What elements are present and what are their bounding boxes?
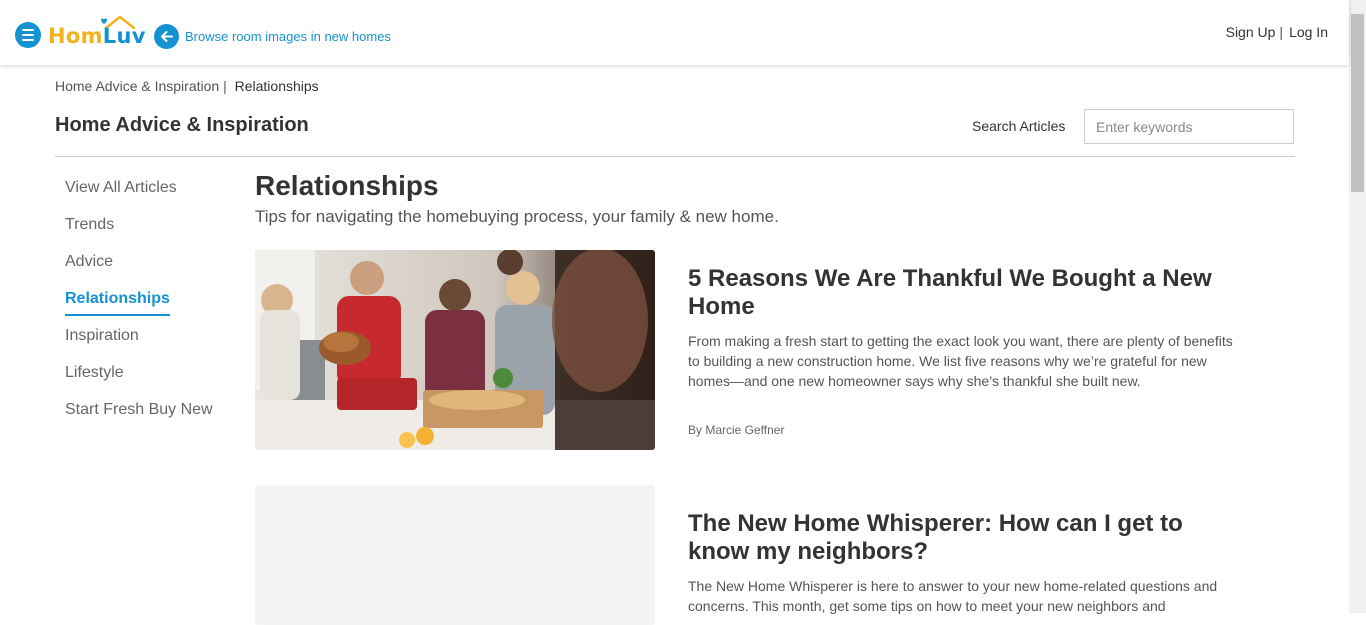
logo-hom-text: Hom xyxy=(48,24,103,48)
sidebar-item-label: Inspiration xyxy=(65,327,139,344)
sidebar-item-relationships[interactable]: Relationships xyxy=(65,289,245,326)
sidebar-item-label: Relationships xyxy=(65,289,170,316)
article-title[interactable]: 5 Reasons We Are Thankful We Bought a Ne… xyxy=(688,265,1248,321)
search-input[interactable] xyxy=(1084,109,1294,144)
sidebar-item-inspiration[interactable]: Inspiration xyxy=(65,326,245,363)
sidebar-item-advice[interactable]: Advice xyxy=(65,252,245,289)
sidebar-item-label: Trends xyxy=(65,216,115,233)
article-author: By Marcie Geffner xyxy=(688,423,785,437)
sidebar-item-label: Advice xyxy=(65,253,114,270)
breadcrumb: Home Advice & Inspiration | Relationship… xyxy=(55,78,319,94)
article-thumbnail-placeholder[interactable] xyxy=(255,485,655,625)
article-title[interactable]: The New Home Whisperer: How can I get to… xyxy=(688,510,1248,566)
header-divider xyxy=(55,156,1295,157)
log-in-link[interactable]: Log In xyxy=(1289,24,1328,40)
scrollbar-thumb[interactable] xyxy=(1351,14,1364,192)
sidebar-item-label: Start Fresh Buy New xyxy=(65,401,213,418)
section-title: Relationships xyxy=(255,170,439,201)
auth-links: Sign Up | Log In xyxy=(1226,24,1328,40)
sidebar-item-label: Lifestyle xyxy=(65,364,124,381)
category-sidebar: View All Articles Trends Advice Relation… xyxy=(65,178,245,437)
section-subtitle: Tips for navigating the homebuying proce… xyxy=(255,207,779,226)
menu-icon[interactable] xyxy=(15,22,41,48)
search-label: Search Articles xyxy=(972,118,1066,134)
sidebar-item-start-fresh-buy-new[interactable]: Start Fresh Buy New xyxy=(65,400,245,437)
article-thumbnail[interactable] xyxy=(255,250,655,450)
article-description: From making a fresh start to getting the… xyxy=(688,333,1233,389)
browse-room-images-link[interactable]: Browse room images in new homes xyxy=(185,29,391,44)
page-title: Home Advice & Inspiration xyxy=(55,114,309,136)
breadcrumb-parent-link[interactable]: Home Advice & Inspiration xyxy=(55,78,219,94)
sidebar-item-trends[interactable]: Trends xyxy=(65,215,245,252)
breadcrumb-separator: | xyxy=(223,78,227,94)
homluv-logo[interactable]: HomLuv xyxy=(48,14,146,50)
sidebar-item-label: View All Articles xyxy=(65,179,177,196)
breadcrumb-current: Relationships xyxy=(234,78,319,94)
logo-luv-text: Luv xyxy=(102,24,146,48)
auth-separator: | xyxy=(1279,24,1284,40)
site-header: HomLuv Browse room images in new homes S… xyxy=(0,0,1349,65)
page-scrollbar[interactable] xyxy=(1349,0,1366,613)
family-dinner-photo xyxy=(255,250,655,450)
sign-up-link[interactable]: Sign Up xyxy=(1226,24,1276,40)
article-description: The New Home Whisperer is here to answer… xyxy=(688,578,1218,614)
back-arrow-icon[interactable] xyxy=(154,24,179,49)
sidebar-item-lifestyle[interactable]: Lifestyle xyxy=(65,363,245,400)
sidebar-item-view-all-articles[interactable]: View All Articles xyxy=(65,178,245,215)
